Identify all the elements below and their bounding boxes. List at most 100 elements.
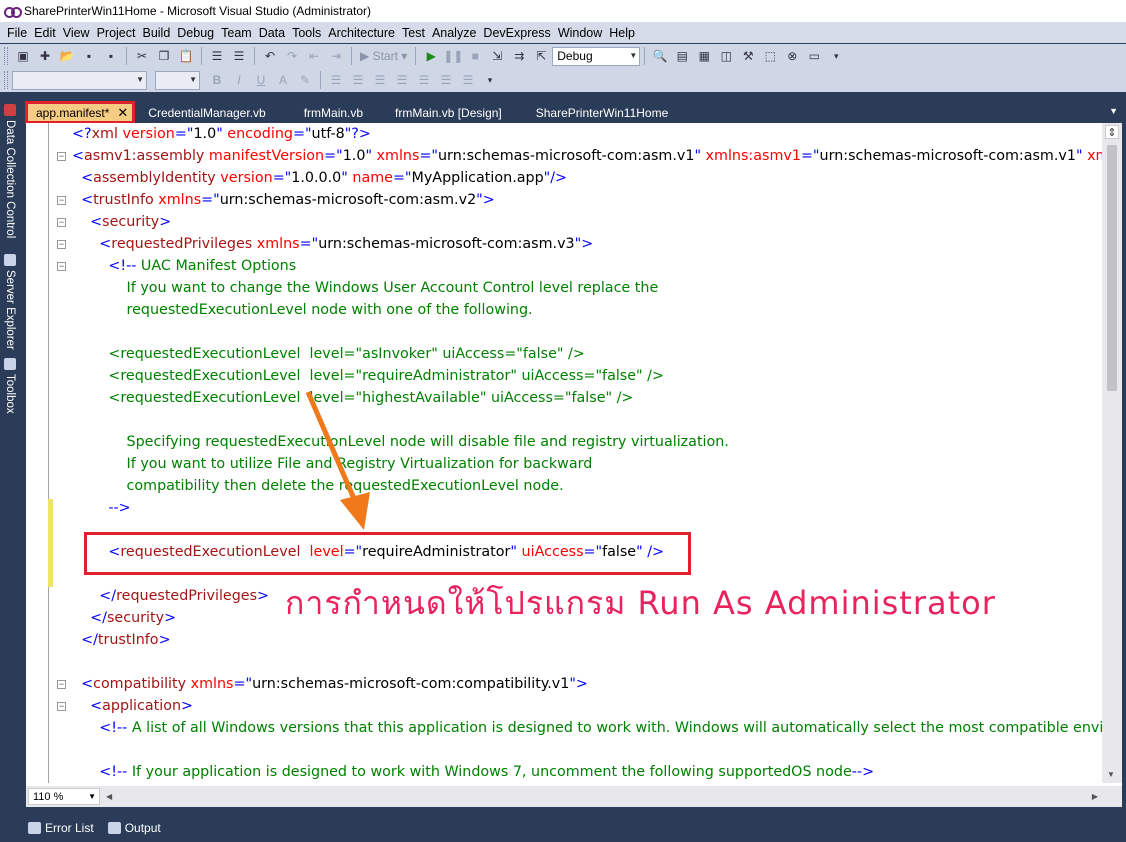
undo-icon[interactable]: ↶: [261, 47, 279, 65]
bold-icon[interactable]: B: [208, 71, 226, 89]
numbering-icon[interactable]: ☰: [415, 71, 433, 89]
code-line[interactable]: <?xml version="1.0" encoding="utf-8"?>: [72, 123, 371, 145]
pause-icon[interactable]: ❚❚: [443, 47, 463, 65]
toolbox-icon[interactable]: ⚒: [739, 47, 757, 65]
toolbar-grip[interactable]: [4, 47, 8, 65]
error-list-icon[interactable]: ⊗: [783, 47, 801, 65]
menu-tools[interactable]: Tools: [292, 26, 321, 40]
menu-analyze[interactable]: Analyze: [432, 26, 476, 40]
scroll-thumb[interactable]: [1107, 145, 1117, 391]
code-line[interactable]: <compatibility xmlns="urn:schemas-micros…: [72, 673, 588, 695]
save-all-icon[interactable]: ▪: [102, 47, 120, 65]
paste-icon[interactable]: 📋: [177, 47, 195, 65]
code-line[interactable]: <trustInfo xmlns="urn:schemas-microsoft-…: [72, 189, 495, 211]
code-line[interactable]: </trustInfo>: [72, 629, 170, 651]
tab-frmmain[interactable]: frmMain.vb: [280, 102, 377, 123]
collapse-icon[interactable]: −: [57, 196, 66, 205]
toolbar-overflow-icon[interactable]: ▾: [481, 71, 499, 89]
step-into-icon[interactable]: ⇲: [488, 47, 506, 65]
code-line[interactable]: <requestedExecutionLevel level="requireA…: [72, 365, 664, 387]
comment-icon[interactable]: ☰: [208, 47, 226, 65]
bullets-icon[interactable]: ☰: [393, 71, 411, 89]
stop-icon[interactable]: ■: [466, 47, 484, 65]
collapse-icon[interactable]: −: [57, 702, 66, 711]
code-line[interactable]: -->: [72, 497, 130, 519]
menu-file[interactable]: File: [7, 26, 27, 40]
menu-build[interactable]: Build: [142, 26, 170, 40]
error-list-tab[interactable]: Error List: [28, 821, 94, 835]
solution-explorer-icon[interactable]: ▤: [673, 47, 691, 65]
tab-shareprinterwin11home[interactable]: SharePrinterWin11Home: [516, 102, 683, 123]
menu-team[interactable]: Team: [221, 26, 252, 40]
step-out-icon[interactable]: ⇱: [532, 47, 550, 65]
tab-frmmain-design[interactable]: frmMain.vb [Design]: [377, 102, 516, 123]
output-window-icon[interactable]: ▭: [805, 47, 823, 65]
code-text[interactable]: <?xml version="1.0" encoding="utf-8"?> <a…: [72, 123, 1102, 783]
toolbar-overflow-icon[interactable]: ▾: [827, 47, 845, 65]
navigate-forward-icon[interactable]: ⇥: [327, 47, 345, 65]
collapse-icon[interactable]: −: [57, 218, 66, 227]
code-line[interactable]: <!-- If your application is designed to …: [72, 761, 874, 783]
code-editor[interactable]: − − − − − − − <?xml version="1.0" encoding="ut…: [26, 123, 1122, 807]
align-center-icon[interactable]: ☰: [349, 71, 367, 89]
uncomment-icon[interactable]: ☰: [230, 47, 248, 65]
object-browser-icon[interactable]: ◫: [717, 47, 735, 65]
highlight-color-icon[interactable]: ✎: [296, 71, 314, 89]
scroll-right-icon[interactable]: ▶: [1092, 792, 1098, 801]
code-line[interactable]: <requestedPrivileges xmlns="urn:schemas-…: [72, 233, 593, 255]
collapse-icon[interactable]: −: [57, 240, 66, 249]
tab-dropdown-icon[interactable]: ▼: [1109, 106, 1118, 116]
redo-icon[interactable]: ↷: [283, 47, 301, 65]
menu-project[interactable]: Project: [97, 26, 136, 40]
collapse-icon[interactable]: −: [57, 262, 66, 271]
code-line[interactable]: <security>: [72, 211, 171, 233]
find-in-files-icon[interactable]: 🔍: [651, 47, 669, 65]
code-line[interactable]: requestedExecutionLevel node with one of…: [72, 299, 533, 321]
menu-view[interactable]: View: [63, 26, 90, 40]
cut-icon[interactable]: ✂: [133, 47, 151, 65]
add-item-icon[interactable]: ✚: [36, 47, 54, 65]
code-line[interactable]: <requestedExecutionLevel level="asInvoke…: [72, 343, 584, 365]
zoom-select[interactable]: 110 % ▼: [28, 788, 100, 805]
close-icon[interactable]: ✕: [117, 105, 128, 121]
output-tab[interactable]: Output: [107, 821, 161, 835]
italic-icon[interactable]: I: [230, 71, 248, 89]
split-window-icon[interactable]: ⇕: [1105, 125, 1119, 139]
play-icon[interactable]: ▶: [422, 47, 440, 65]
start-button[interactable]: ▶ Start ▾: [360, 49, 407, 63]
extensions-icon[interactable]: ⬚: [761, 47, 779, 65]
font-color-icon[interactable]: A: [274, 71, 292, 89]
scroll-left-icon[interactable]: ◀: [106, 792, 112, 801]
underline-icon[interactable]: U: [252, 71, 270, 89]
code-line[interactable]: <!-- A list of all Windows versions that…: [72, 717, 1102, 739]
menu-edit[interactable]: Edit: [34, 26, 56, 40]
step-over-icon[interactable]: ⇉: [510, 47, 528, 65]
solution-configuration-select[interactable]: Debug ▼: [552, 46, 641, 66]
collapse-icon[interactable]: −: [57, 680, 66, 689]
toolbox-tab[interactable]: Toolbox: [2, 358, 18, 414]
copy-icon[interactable]: ❐: [155, 47, 173, 65]
menu-debug[interactable]: Debug: [177, 26, 214, 40]
code-line[interactable]: </requestedPrivileges>: [72, 585, 269, 607]
align-left-icon[interactable]: ☰: [327, 71, 345, 89]
toolbar-grip[interactable]: [4, 71, 8, 89]
code-line[interactable]: Specifying requestedExecutionLevel node …: [72, 431, 729, 453]
menu-architecture[interactable]: Architecture: [328, 26, 395, 40]
open-file-icon[interactable]: 📂: [58, 47, 76, 65]
code-line[interactable]: </security>: [72, 607, 176, 629]
font-name-select[interactable]: ▼: [12, 70, 147, 90]
data-collection-control-tab[interactable]: Data Collection Control: [2, 104, 18, 238]
navigate-back-icon[interactable]: ⇤: [305, 47, 323, 65]
menu-test[interactable]: Test: [402, 26, 425, 40]
menu-help[interactable]: Help: [609, 26, 635, 40]
code-line[interactable]: <assemblyIdentity version="1.0.0.0" name…: [72, 167, 567, 189]
code-line[interactable]: If you want to change the Windows User A…: [72, 277, 659, 299]
collapse-icon[interactable]: −: [57, 152, 66, 161]
indent-icon[interactable]: ☰: [437, 71, 455, 89]
code-line[interactable]: <application>: [72, 695, 193, 717]
tab-app-manifest[interactable]: app.manifest* ✕: [24, 101, 136, 124]
new-project-icon[interactable]: ▣: [14, 47, 32, 65]
outdent-icon[interactable]: ☰: [459, 71, 477, 89]
menu-window[interactable]: Window: [558, 26, 602, 40]
menu-data[interactable]: Data: [259, 26, 285, 40]
